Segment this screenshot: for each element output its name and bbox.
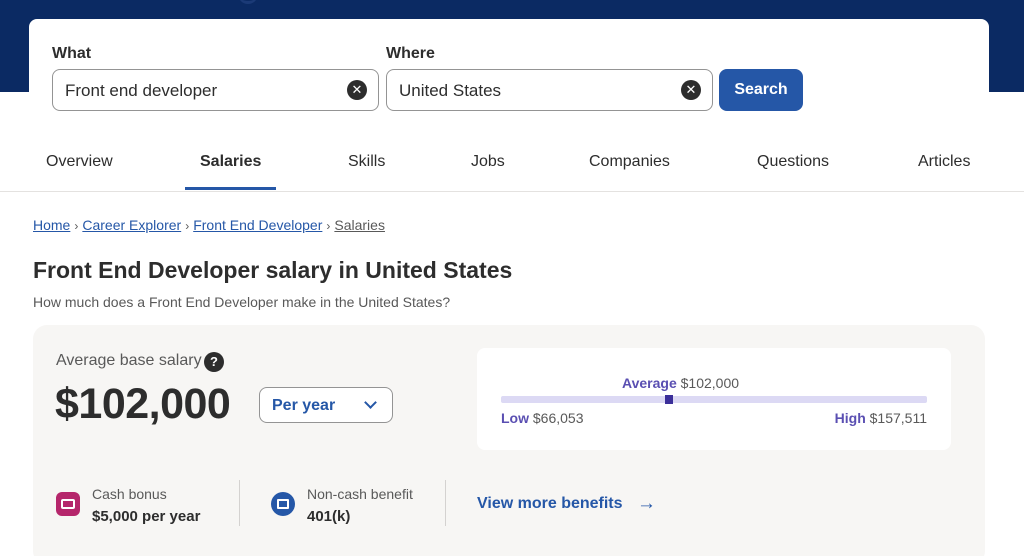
chevron-right-icon: › bbox=[74, 219, 79, 233]
range-low: Low $66,053 bbox=[501, 410, 584, 426]
average-salary-label: Average base salary bbox=[56, 352, 202, 369]
cash-bonus-icon bbox=[56, 492, 80, 516]
range-high: High $157,511 bbox=[835, 410, 927, 426]
cash-bonus-title: Cash bonus bbox=[92, 486, 167, 502]
where-input[interactable]: United States ✕ bbox=[386, 69, 713, 111]
career-tabs: Overview Salaries Skills Jobs Companies … bbox=[0, 139, 1024, 192]
tab-salaries[interactable]: Salaries bbox=[200, 153, 261, 171]
average-salary-amount: $102,000 bbox=[55, 380, 231, 428]
arrow-right-icon[interactable]: → bbox=[637, 493, 656, 515]
where-label: Where bbox=[386, 45, 435, 62]
gift-icon bbox=[271, 492, 295, 516]
breadcrumb-salaries[interactable]: Salaries bbox=[334, 217, 385, 233]
salary-range-box: Average $102,000 Low $66,053 High $157,5… bbox=[477, 348, 951, 450]
what-input-value: Front end developer bbox=[65, 81, 218, 100]
divider bbox=[445, 480, 446, 526]
range-high-value: $157,511 bbox=[869, 410, 927, 426]
range-average-value: $102,000 bbox=[680, 375, 740, 391]
banner-glyph bbox=[238, 0, 258, 4]
range-low-value: $66,053 bbox=[532, 410, 584, 426]
range-low-label: Low bbox=[501, 410, 529, 426]
clear-where-icon[interactable]: ✕ bbox=[681, 80, 701, 100]
range-average-marker bbox=[665, 395, 673, 404]
breadcrumb-career-explorer[interactable]: Career Explorer bbox=[82, 217, 181, 233]
page-title: Front End Developer salary in United Sta… bbox=[33, 257, 513, 283]
clear-what-icon[interactable]: ✕ bbox=[347, 80, 367, 100]
chevron-down-icon bbox=[364, 396, 377, 409]
tab-skills[interactable]: Skills bbox=[348, 153, 385, 171]
page-subtitle: How much does a Front End Developer make… bbox=[33, 294, 451, 310]
view-more-benefits-link[interactable]: View more benefits bbox=[477, 495, 623, 513]
range-high-label: High bbox=[834, 410, 866, 426]
help-icon[interactable]: ? bbox=[204, 352, 224, 372]
non-cash-benefit-title: Non-cash benefit bbox=[307, 486, 413, 502]
search-card: What Front end developer ✕ Where United … bbox=[29, 19, 989, 139]
breadcrumb-home[interactable]: Home bbox=[33, 217, 70, 233]
breadcrumb-front-end-developer[interactable]: Front End Developer bbox=[193, 217, 322, 233]
chevron-right-icon: › bbox=[326, 219, 331, 233]
tab-overview[interactable]: Overview bbox=[46, 153, 113, 171]
breadcrumb: Home › Career Explorer › Front End Developer… bbox=[33, 217, 385, 233]
what-input[interactable]: Front end developer ✕ bbox=[52, 69, 379, 111]
range-average-label: Average bbox=[622, 375, 677, 391]
range-track bbox=[501, 396, 927, 403]
tab-questions[interactable]: Questions bbox=[757, 153, 829, 171]
tab-articles[interactable]: Articles bbox=[918, 153, 970, 171]
where-input-value: United States bbox=[399, 81, 502, 100]
cash-bonus-value: $5,000 per year bbox=[92, 508, 201, 525]
tab-companies[interactable]: Companies bbox=[589, 153, 670, 171]
range-average: Average $102,000 bbox=[622, 375, 739, 391]
tab-jobs[interactable]: Jobs bbox=[471, 153, 505, 171]
pay-period-value: Per year bbox=[272, 397, 336, 414]
active-tab-indicator bbox=[185, 187, 276, 190]
divider bbox=[239, 480, 240, 526]
non-cash-benefit-value: 401(k) bbox=[307, 508, 351, 525]
salary-card: Average base salary ? $102,000 Per year … bbox=[33, 325, 985, 556]
pay-period-select[interactable]: Per year bbox=[259, 387, 393, 423]
what-label: What bbox=[52, 45, 92, 62]
search-button[interactable]: Search bbox=[719, 69, 803, 111]
chevron-right-icon: › bbox=[185, 219, 190, 233]
